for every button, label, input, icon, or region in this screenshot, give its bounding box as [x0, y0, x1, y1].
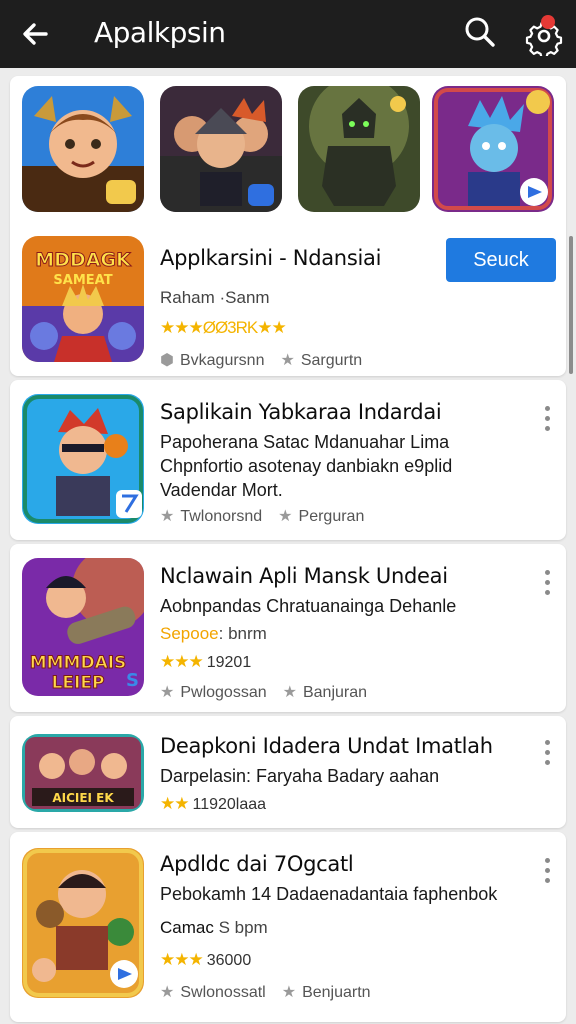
star-outline-icon: ★: [160, 984, 175, 1001]
star-outline-icon: ★: [280, 352, 295, 369]
install-button[interactable]: Seuck: [446, 238, 556, 282]
app-rating: ★★ 11920laaa: [160, 794, 267, 813]
more-options-icon[interactable]: [538, 566, 556, 602]
app-meta-source: Sargurtn: [300, 352, 363, 369]
more-options-icon[interactable]: [538, 736, 556, 772]
app-icon[interactable]: MMMDAIS LEIEP S: [22, 558, 144, 696]
notification-dot: [541, 15, 555, 29]
svg-text:AICIEI EK: AICIEI EK: [52, 791, 114, 805]
app-title: Nclawain Apli Mansk Undeai: [160, 564, 448, 588]
app-meta-category: Swlonossatl: [180, 984, 266, 1001]
app-rating: ★★★ 19201: [160, 652, 252, 671]
star-outline-icon: ★: [281, 984, 297, 1001]
more-options-icon[interactable]: [538, 854, 556, 890]
app-subtitle: Sepooe: bnrm: [160, 624, 267, 643]
search-icon[interactable]: [460, 12, 500, 52]
featured-thumbnail-2[interactable]: [160, 86, 282, 212]
app-bar-title: Apalkpsin: [94, 16, 226, 49]
app-subtitle: Raham ·Sanm: [160, 288, 270, 307]
app-bar: Apalkpsin: [0, 0, 576, 68]
app-meta: ★ Swlonossatl ★ Benjuartn: [160, 982, 371, 1002]
star-outline-icon: ★: [282, 684, 297, 701]
app-description: Darpelasin: Faryaha Badary aahan: [160, 766, 440, 786]
app-meta: ★ Twlonorsnd ★ Perguran: [160, 506, 364, 526]
app-meta-category: Bvkagursnn: [179, 352, 265, 369]
app-meta-source: Banjuran: [302, 684, 368, 701]
app-subtitle: Camac S bpm: [160, 918, 268, 937]
app-card[interactable]: Saplikain Yabkaraa Indardai Papoherana S…: [10, 380, 566, 540]
featured-thumbnail-3[interactable]: [298, 86, 420, 212]
star-rating-icon: ★★★: [160, 950, 204, 969]
featured-card: MDDAGK SAMEAT Applkarsini - Ndansiai Seu…: [10, 76, 566, 376]
featured-thumbnail-4[interactable]: [432, 86, 554, 212]
app-icon[interactable]: AICIEI EK: [22, 734, 144, 812]
star-rating: ★★★ØØ3RK★★: [160, 318, 287, 337]
star-rating-icon: ★★★: [160, 652, 204, 671]
star-outline-icon: ★: [160, 684, 175, 701]
star-rating-icon: ★★: [160, 794, 190, 813]
app-meta: ⬢ Bvkagursnn ★ Sargurtn: [160, 350, 362, 370]
svg-text:MMMDAIS: MMMDAIS: [30, 653, 127, 673]
app-meta: ★ Pwlogossan ★ Banjuran: [160, 682, 367, 702]
tag-icon: ⬢: [160, 352, 174, 369]
app-description: Aobnpandas Chratuanainga Dehanle: [160, 596, 457, 616]
app-icon[interactable]: [22, 394, 144, 524]
back-arrow-icon[interactable]: [16, 14, 56, 54]
app-title: Saplikain Yabkaraa Indardai: [160, 400, 442, 424]
more-options-icon[interactable]: [538, 402, 556, 438]
app-title: Apdldc dai 7Ogcatl: [160, 852, 354, 876]
app-meta-source: Benjuartn: [302, 984, 371, 1001]
app-rating: ★★★ØØ3RK★★: [160, 318, 290, 338]
app-card[interactable]: MMMDAIS LEIEP S Nclawain Apli Mansk Unde…: [10, 544, 566, 712]
app-description: Papoherana Satac Mdanuahar Lima Chpnfort…: [160, 432, 453, 500]
app-card[interactable]: AICIEI EK Deapkoni Idadera Undat Imatlah…: [10, 716, 566, 828]
app-meta-category: Pwlogossan: [180, 684, 267, 701]
app-icon[interactable]: [22, 848, 144, 998]
app-meta-source: Perguran: [298, 508, 365, 525]
app-title: Deapkoni Idadera Undat Imatlah: [160, 734, 493, 758]
app-rating: ★★★ 36000: [160, 950, 252, 969]
scrollbar[interactable]: [569, 236, 573, 374]
app-description: Pebokamh 14 Dadaenadantaia faphenbok: [160, 884, 498, 904]
star-outline-icon: ★: [278, 508, 293, 525]
featured-thumbnail-1[interactable]: [22, 86, 144, 212]
star-outline-icon: ★: [160, 508, 175, 525]
svg-text:S: S: [126, 670, 139, 691]
app-title: Applkarsini - Ndansiai: [160, 246, 382, 270]
app-icon-text: MDDAGK: [35, 249, 132, 271]
app-card[interactable]: Apdldc dai 7Ogcatl Pebokamh 14 Dadaenada…: [10, 832, 566, 1022]
app-icon[interactable]: MDDAGK SAMEAT: [22, 236, 144, 362]
svg-text:LEIEP: LEIEP: [52, 673, 105, 693]
app-meta-category: Twlonorsnd: [180, 508, 263, 525]
